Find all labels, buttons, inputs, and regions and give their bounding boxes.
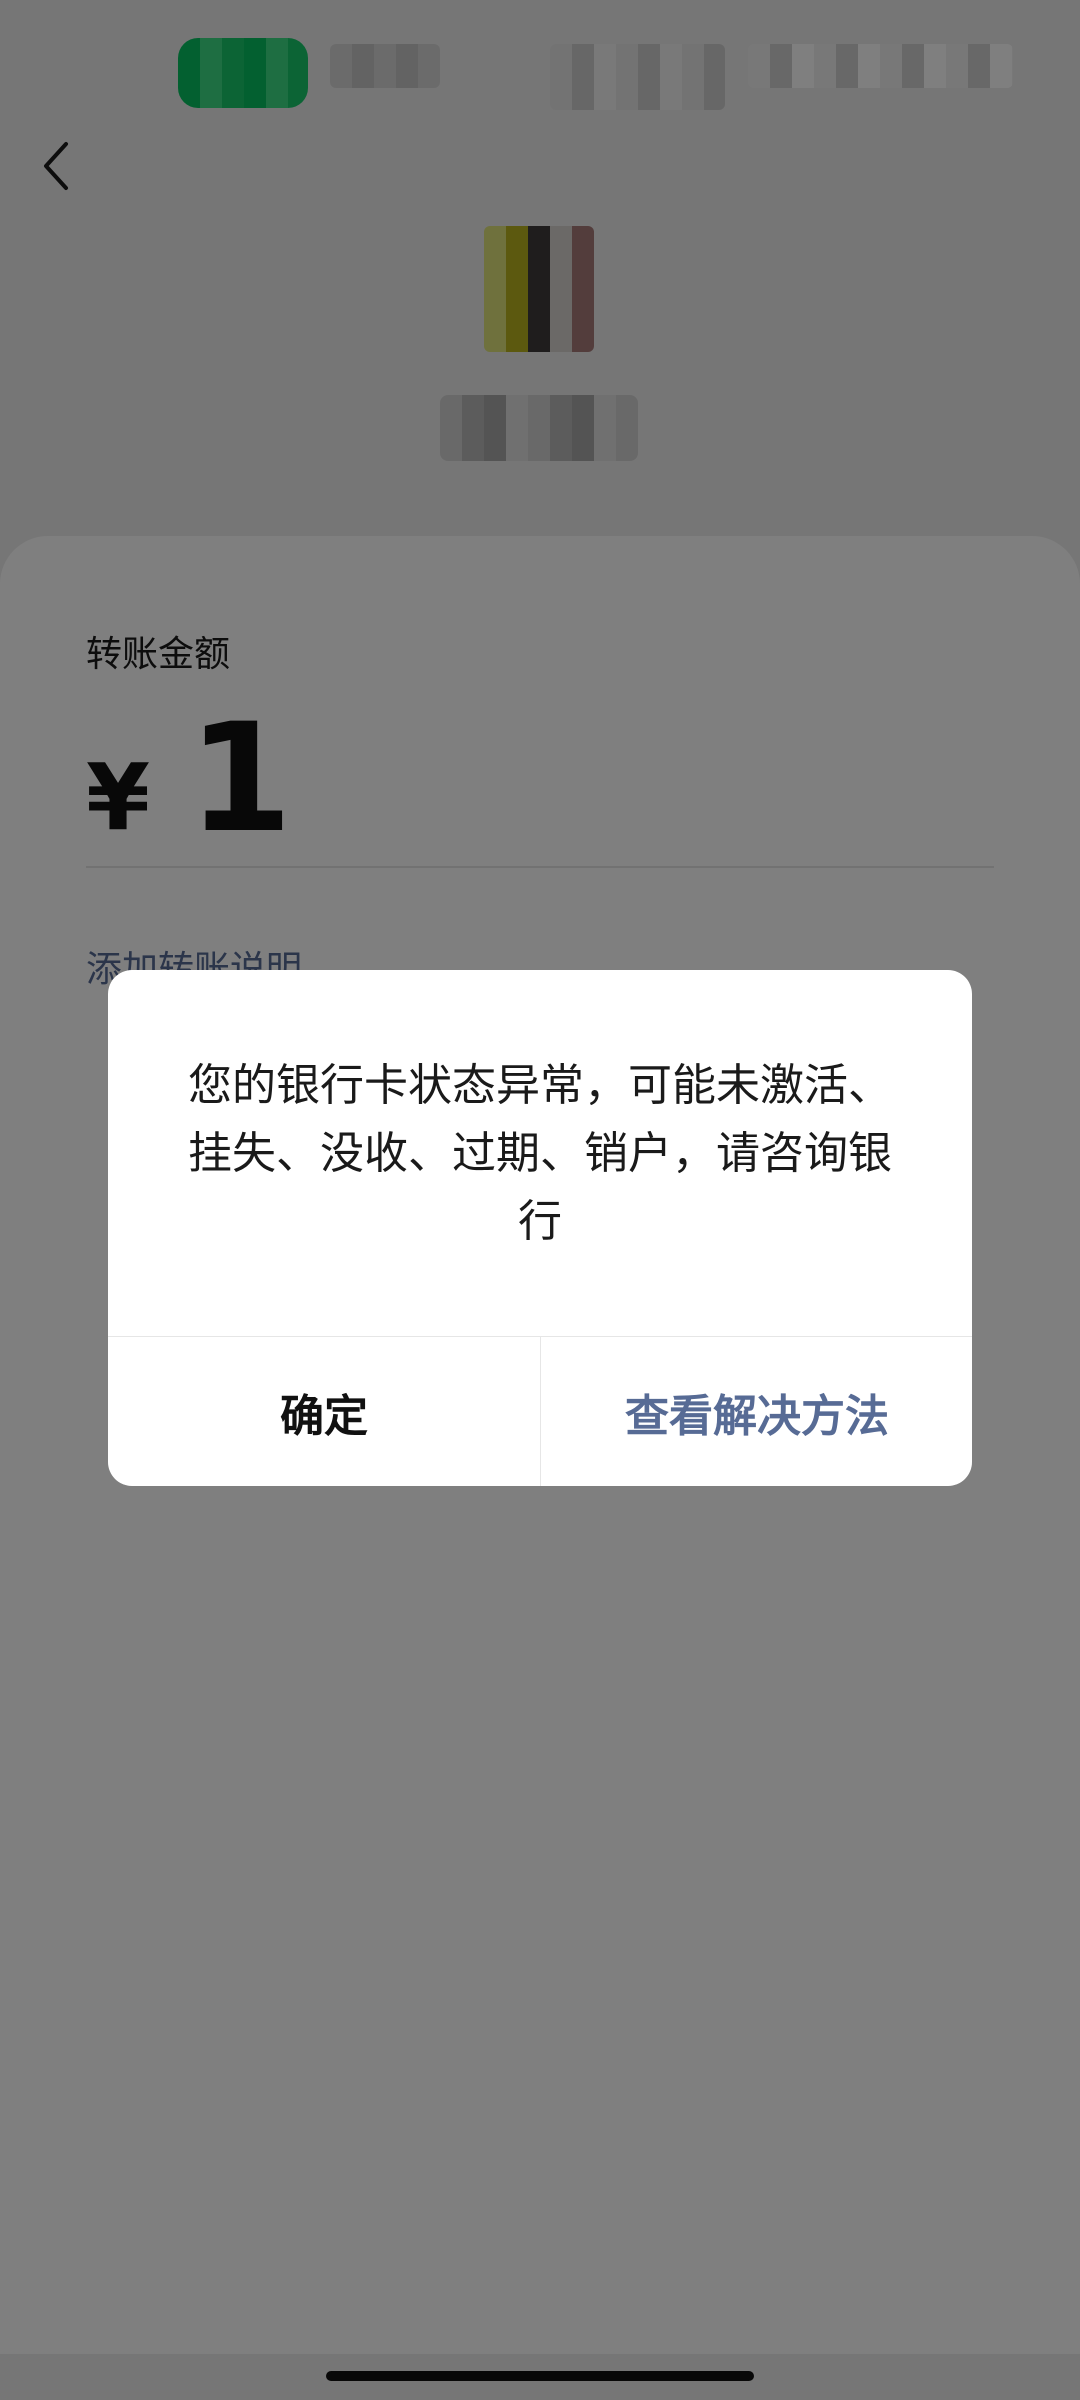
dialog-message: 您的银行卡状态异常，可能未激活、挂失、没收、过期、销户，请咨询银行 [188, 1060, 892, 1247]
alert-dialog: 您的银行卡状态异常，可能未激活、挂失、没收、过期、销户，请咨询银行 确定 查看解… [108, 970, 972, 1486]
confirm-button[interactable]: 确定 [108, 1337, 540, 1486]
view-solution-button[interactable]: 查看解决方法 [541, 1337, 972, 1486]
